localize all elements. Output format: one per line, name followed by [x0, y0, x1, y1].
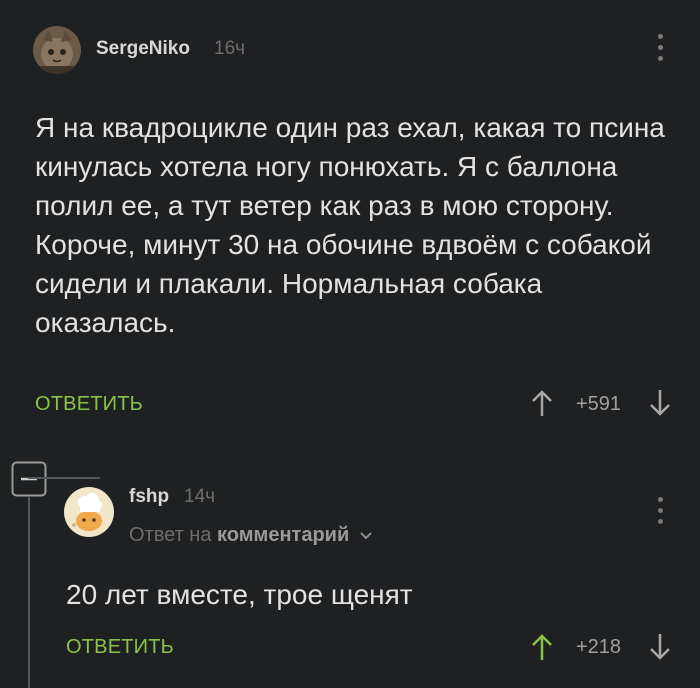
more-vertical-icon[interactable] — [655, 34, 665, 61]
more-vertical-icon[interactable] — [655, 497, 665, 524]
chevron-down-icon[interactable] — [359, 524, 373, 547]
reply-to-prefix: Ответ на — [129, 524, 212, 546]
arrow-up-icon[interactable] — [530, 632, 554, 667]
collapse-thread-button[interactable] — [11, 461, 47, 497]
reply-username[interactable]: fshp — [129, 486, 169, 508]
avatar[interactable] — [33, 26, 81, 74]
minus-box-icon — [11, 461, 47, 497]
avatar[interactable] — [64, 487, 114, 537]
rating-value: +591 — [576, 393, 622, 415]
arrow-down-icon[interactable] — [648, 388, 672, 423]
reply-button[interactable]: ОТВЕТИТЬ — [35, 393, 143, 416]
thread-branch — [28, 477, 100, 479]
arrow-up-icon[interactable] — [530, 388, 554, 423]
reply-to-target[interactable]: комментарий — [217, 524, 349, 546]
comment-body: Я на квадроцикле один раз ехал, какая то… — [35, 112, 665, 338]
chef-avatar-icon — [64, 487, 114, 537]
reply-to-line[interactable]: Ответ на комментарий — [129, 524, 373, 547]
reply-time: 14ч — [184, 486, 216, 507]
reply-body: 20 лет вместе, трое щенят — [66, 579, 413, 610]
reply-button[interactable]: ОТВЕТИТЬ — [66, 636, 174, 659]
thread-line — [28, 497, 30, 688]
comment-time: 16ч — [214, 38, 246, 59]
cat-avatar-icon — [33, 26, 81, 74]
arrow-down-icon[interactable] — [648, 632, 672, 667]
rating-value: +218 — [576, 636, 622, 658]
comment-username[interactable]: SergeNiko — [96, 38, 190, 60]
